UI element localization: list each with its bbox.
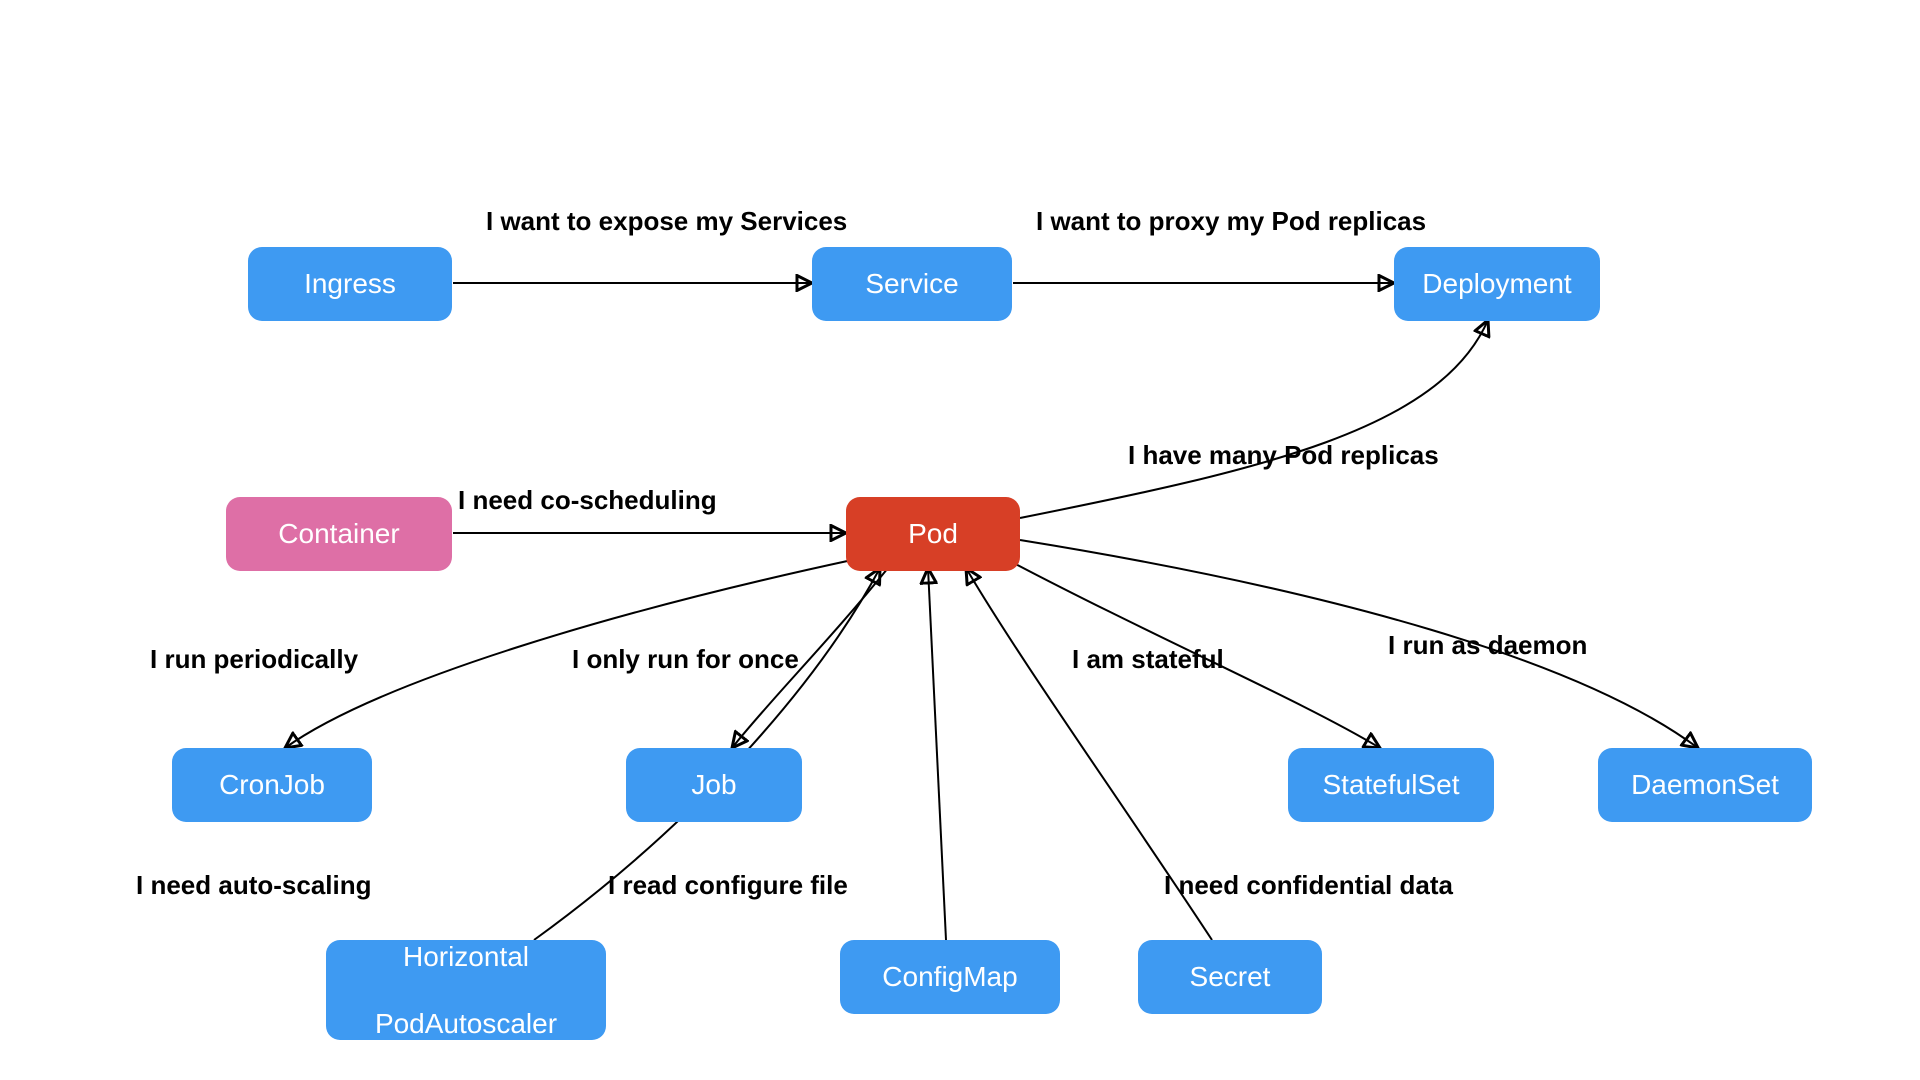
diagram-canvas: I want to expose my Services I want to p… [0,0,1920,1080]
node-hpa-line1: Horizontal [403,940,529,974]
label-ingress-service: I want to expose my Services [486,206,847,237]
label-service-deployment: I want to proxy my Pod replicas [1036,206,1426,237]
node-job: Job [626,748,802,822]
node-container: Container [226,497,452,571]
node-hpa-line2: PodAutoscaler [375,1007,557,1041]
node-secret: Secret [1138,940,1322,1014]
node-statefulset: StatefulSet [1288,748,1494,822]
label-pod-job: I only run for once [572,644,799,675]
label-pod-deployment: I have many Pod replicas [1128,440,1439,471]
edge-pod-deployment [1020,320,1488,518]
node-cronjob: CronJob [172,748,372,822]
node-ingress: Ingress [248,247,452,321]
label-pod-statefulset: I am stateful [1072,644,1224,675]
label-pod-cronjob: I run periodically [150,644,358,675]
node-pod: Pod [846,497,1020,571]
label-hpa-pod: I need auto-scaling [136,870,372,901]
edge-configmap-pod [928,568,946,940]
node-daemonset: DaemonSet [1598,748,1812,822]
node-service: Service [812,247,1012,321]
node-configmap: ConfigMap [840,940,1060,1014]
node-hpa: Horizontal PodAutoscaler [326,940,606,1040]
label-configmap-pod: I read configure file [608,870,848,901]
label-secret-pod: I need confidential data [1164,870,1453,901]
label-pod-daemonset: I run as daemon [1388,630,1587,661]
label-container-pod: I need co-scheduling [458,485,717,516]
node-deployment: Deployment [1394,247,1600,321]
